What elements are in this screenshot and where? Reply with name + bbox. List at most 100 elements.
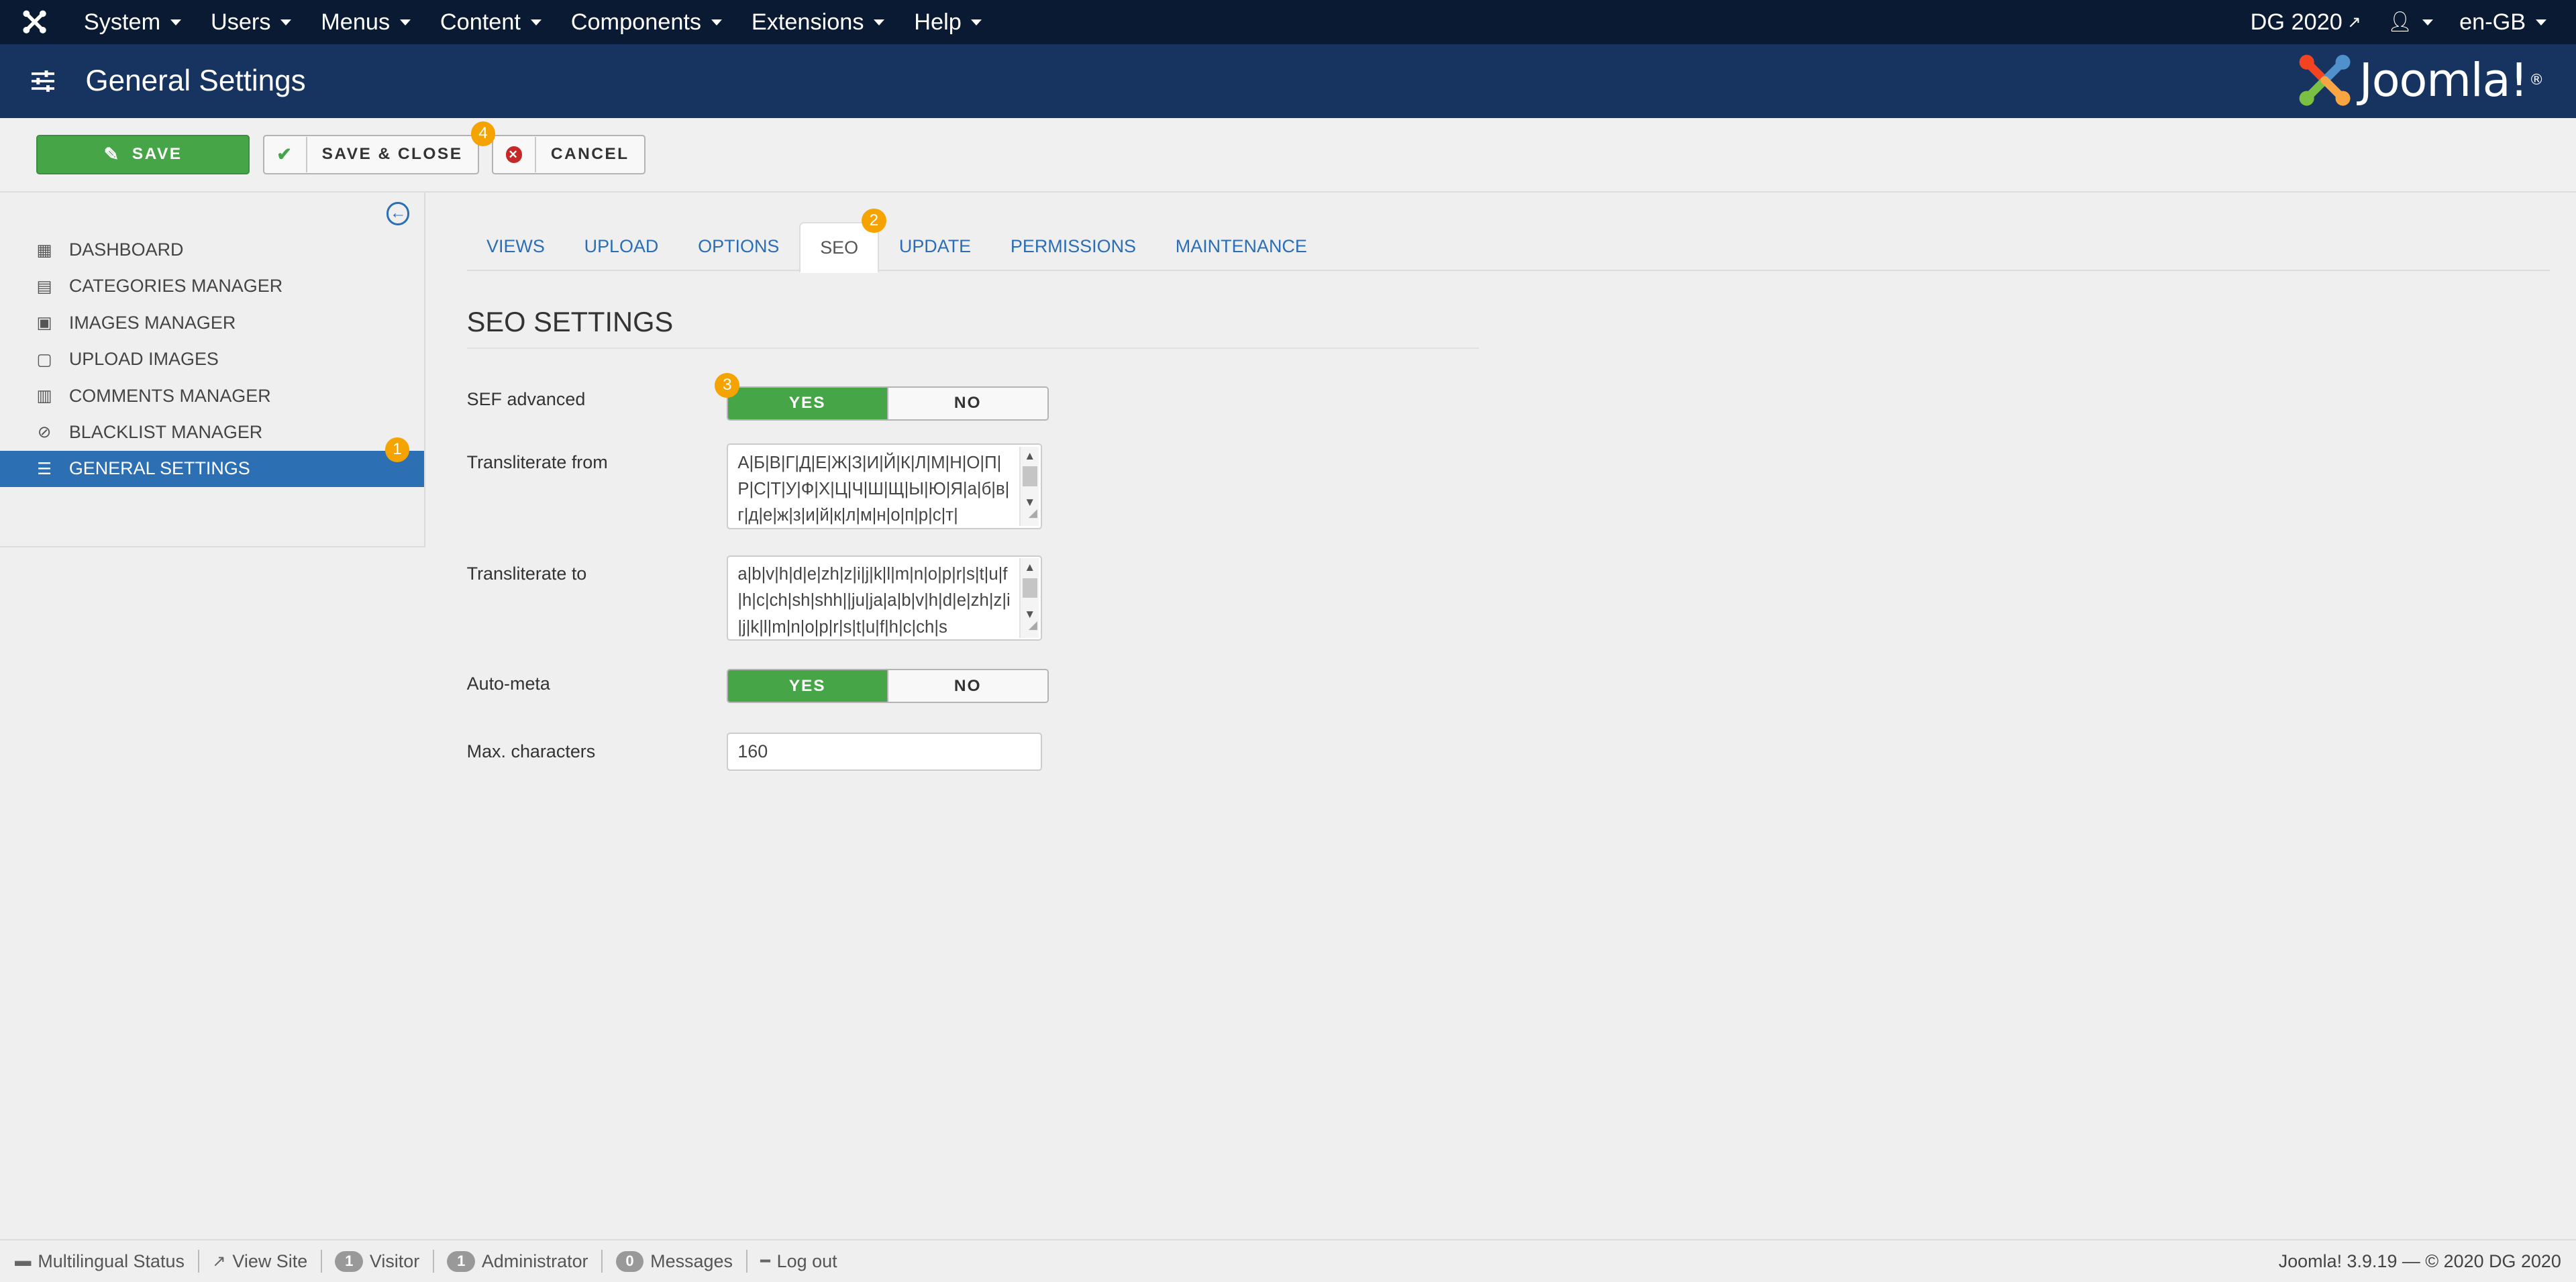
collapse-sidebar-icon[interactable]: ←: [387, 202, 410, 225]
sef-advanced-toggle[interactable]: YES NO: [726, 386, 1049, 421]
max-characters-input[interactable]: [726, 733, 1042, 771]
joomla-brand-logo-icon: [2299, 55, 2351, 106]
sidebar-item-blacklist[interactable]: ⊘ BLACKLIST MANAGER: [0, 414, 424, 450]
auto-meta-yes-option[interactable]: YES: [727, 670, 887, 702]
toolbar: ✎ SAVE ✔ SAVE & CLOSE 4 ✕ CANCEL: [0, 118, 2576, 193]
sidebar-item-comments[interactable]: ▥ COMMENTS MANAGER: [0, 378, 424, 414]
auto-meta-no-option[interactable]: NO: [886, 670, 1047, 702]
auto-meta-toggle[interactable]: YES NO: [726, 668, 1049, 704]
menu-users[interactable]: Users: [196, 0, 306, 44]
caret-down-icon: [2422, 19, 2433, 25]
save-close-button[interactable]: ✔ SAVE & CLOSE 4: [262, 121, 496, 174]
visitor-label: Visitor: [369, 1250, 420, 1271]
menu-label: System: [83, 9, 161, 35]
messages-link[interactable]: 0 Messages: [603, 1250, 748, 1273]
menu-help[interactable]: Help: [899, 0, 996, 44]
scroll-thumb[interactable]: [1022, 578, 1038, 598]
multilingual-status-link[interactable]: ▬ Multilingual Status: [15, 1250, 199, 1273]
sidebar-item-dashboard[interactable]: ▦ DASHBOARD: [0, 231, 424, 268]
edit-icon: ✎: [103, 144, 121, 164]
transliterate-from-textarea[interactable]: А|Б|В|Г|Д|Е|Ж|З|И|Й|К|Л|М|Н|О|П|Р|С|Т|У|…: [726, 443, 1042, 529]
transliterate-from-label: Transliterate from: [466, 451, 608, 472]
status-footer: ▬ Multilingual Status ↗ View Site 1 Visitor…: [0, 1239, 2576, 1282]
sidebar-item-label: DASHBOARD: [68, 239, 184, 260]
image-icon: ▣: [36, 314, 52, 333]
sidebar-item-general-settings[interactable]: ☰ GENERAL SETTINGS 1: [0, 437, 425, 487]
menu-components[interactable]: Components: [556, 0, 737, 44]
resize-grip-icon[interactable]: ◢: [1029, 500, 1037, 526]
cancel-label: CANCEL: [550, 145, 629, 164]
visitor-status[interactable]: 1 Visitor: [322, 1250, 434, 1273]
sidebar-item-label: BLACKLIST MANAGER: [68, 421, 263, 442]
sidebar-item-categories[interactable]: ▤ CATEGORIES MANAGER: [0, 268, 424, 305]
tab-views[interactable]: VIEWS: [467, 222, 565, 271]
settings-tabs: VIEWS UPLOAD OPTIONS SEO 2 UPDATE PERMIS…: [466, 208, 2550, 273]
menu-label: Menus: [321, 9, 391, 35]
tab-options[interactable]: OPTIONS: [678, 222, 799, 271]
messages-count-badge: 0: [615, 1250, 644, 1272]
caret-down-icon: [399, 19, 411, 25]
textarea-value: А|Б|В|Г|Д|Е|Ж|З|И|Й|К|Л|М|Н|О|П|Р|С|Т|У|…: [737, 453, 1010, 525]
menu-content[interactable]: Content: [425, 0, 556, 44]
sef-advanced-label: SEF advanced: [466, 389, 586, 410]
menu-label: Components: [570, 9, 702, 35]
admin-count-badge: 1: [447, 1250, 476, 1272]
view-site-link[interactable]: ↗ View Site: [199, 1250, 322, 1273]
menu-menus[interactable]: Menus: [306, 0, 425, 44]
max-characters-row: Max. characters: [466, 733, 1042, 771]
sidebar-item-label: GENERAL SETTINGS: [68, 458, 250, 479]
transliterate-to-label: Transliterate to: [466, 564, 587, 584]
site-name: DG 2020: [2250, 9, 2342, 35]
save-button[interactable]: ✎ SAVE: [36, 135, 250, 174]
check-icon: ✔: [264, 136, 307, 173]
tab-maintenance[interactable]: MAINTENANCE: [1155, 222, 1327, 271]
brand-registered: ®: [2529, 72, 2544, 89]
language-label: en-GB: [2459, 9, 2526, 35]
view-site-label: View Site: [232, 1250, 308, 1271]
menu-label: Users: [210, 9, 271, 35]
scroll-up-icon[interactable]: ▲: [1021, 558, 1039, 576]
logout-link[interactable]: ━ Log out: [748, 1250, 851, 1273]
site-link[interactable]: DG 2020 ↗: [2237, 0, 2374, 44]
admin-label: Administrator: [481, 1250, 588, 1271]
caret-down-icon: [2535, 19, 2546, 25]
sef-yes-option[interactable]: YES: [727, 387, 887, 420]
joomla-brand: Joomla! ®: [2297, 52, 2544, 108]
sef-advanced-row: SEF advanced YES NO 3: [466, 373, 1049, 421]
transliterate-from-row: Transliterate from А|Б|В|Г|Д|Е|Ж|З|И|Й|К…: [467, 443, 1042, 529]
menu-extensions[interactable]: Extensions: [737, 0, 899, 44]
caret-down-icon: [530, 19, 542, 25]
joomla-logo-icon[interactable]: [0, 0, 69, 44]
auto-meta-label: Auto-meta: [466, 674, 550, 694]
dashboard-icon: ▦: [36, 241, 52, 260]
max-characters-label: Max. characters: [466, 741, 596, 761]
page-header: General Settings Joomla! ®: [0, 44, 2576, 119]
sidebar-item-label: CATEGORIES MANAGER: [68, 276, 283, 297]
scroll-up-icon[interactable]: ▲: [1021, 447, 1039, 465]
messages-label: Messages: [650, 1250, 733, 1271]
cancel-button[interactable]: ✕ CANCEL: [492, 135, 646, 174]
sidebar-item-upload[interactable]: ▢ UPLOAD IMAGES: [0, 341, 424, 377]
tab-permissions[interactable]: PERMISSIONS: [991, 222, 1156, 271]
auto-meta-row: Auto-meta YES NO: [466, 668, 1049, 704]
comments-icon: ▥: [36, 387, 52, 406]
menu-system[interactable]: System: [69, 0, 196, 44]
tab-upload[interactable]: UPLOAD: [564, 222, 678, 271]
administrator-status[interactable]: 1 Administrator: [434, 1250, 603, 1273]
sef-no-option[interactable]: NO: [886, 387, 1047, 420]
scroll-thumb[interactable]: [1022, 466, 1038, 486]
transliterate-to-textarea[interactable]: a|b|v|h|d|e|zh|z|i|j|k|l|m|n|o|p|r|s|t|u…: [726, 555, 1042, 641]
tab-label: SEO: [820, 237, 859, 258]
step-badge: 3: [715, 373, 740, 398]
resize-grip-icon[interactable]: ◢: [1029, 612, 1037, 638]
tab-seo[interactable]: SEO 2: [798, 208, 886, 273]
tab-update[interactable]: UPDATE: [879, 222, 990, 271]
menu-label: Extensions: [751, 9, 864, 35]
step-badge: 4: [470, 121, 496, 146]
user-menu[interactable]: 👤︎: [2374, 0, 2446, 44]
section-title: SEO SETTINGS: [466, 306, 1480, 350]
upload-icon: ▢: [36, 350, 52, 369]
transliterate-to-row: Transliterate to a|b|v|h|d|e|zh|z|i|j|k|…: [467, 555, 1042, 641]
language-menu[interactable]: en-GB: [2446, 0, 2560, 44]
sidebar-item-images[interactable]: ▣ IMAGES MANAGER: [0, 305, 424, 341]
